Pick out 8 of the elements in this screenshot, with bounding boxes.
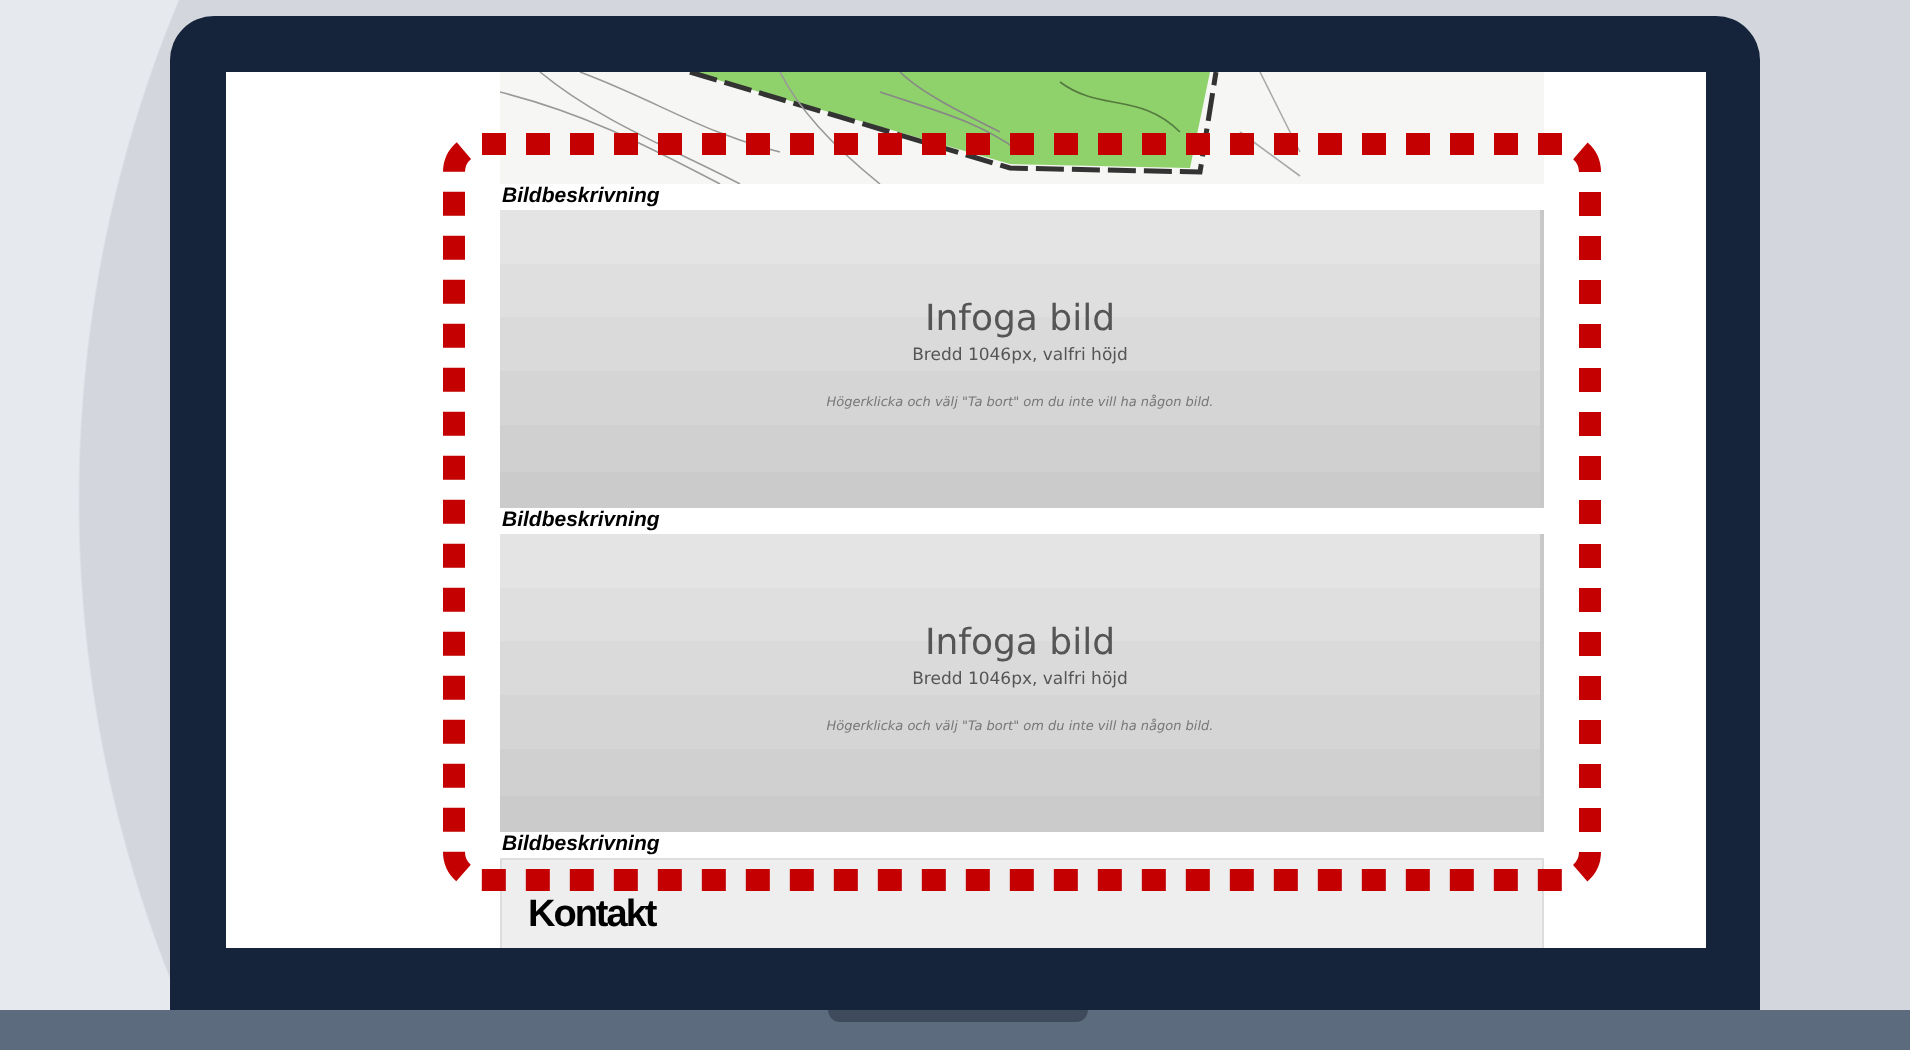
image-caption: Bildbeskrivning xyxy=(500,508,660,534)
image-caption: Bildbeskrivning xyxy=(500,832,660,858)
placeholder-size-note: Bredd 1046px, valfri höjd xyxy=(912,344,1128,368)
placeholder-title: Infoga bild xyxy=(924,300,1116,340)
image-caption: Bildbeskrivning xyxy=(500,184,660,210)
contact-heading: Kontakt xyxy=(528,894,656,938)
placeholder-title: Infoga bild xyxy=(924,624,1116,664)
placeholder-size-note: Bredd 1046px, valfri höjd xyxy=(912,668,1128,692)
